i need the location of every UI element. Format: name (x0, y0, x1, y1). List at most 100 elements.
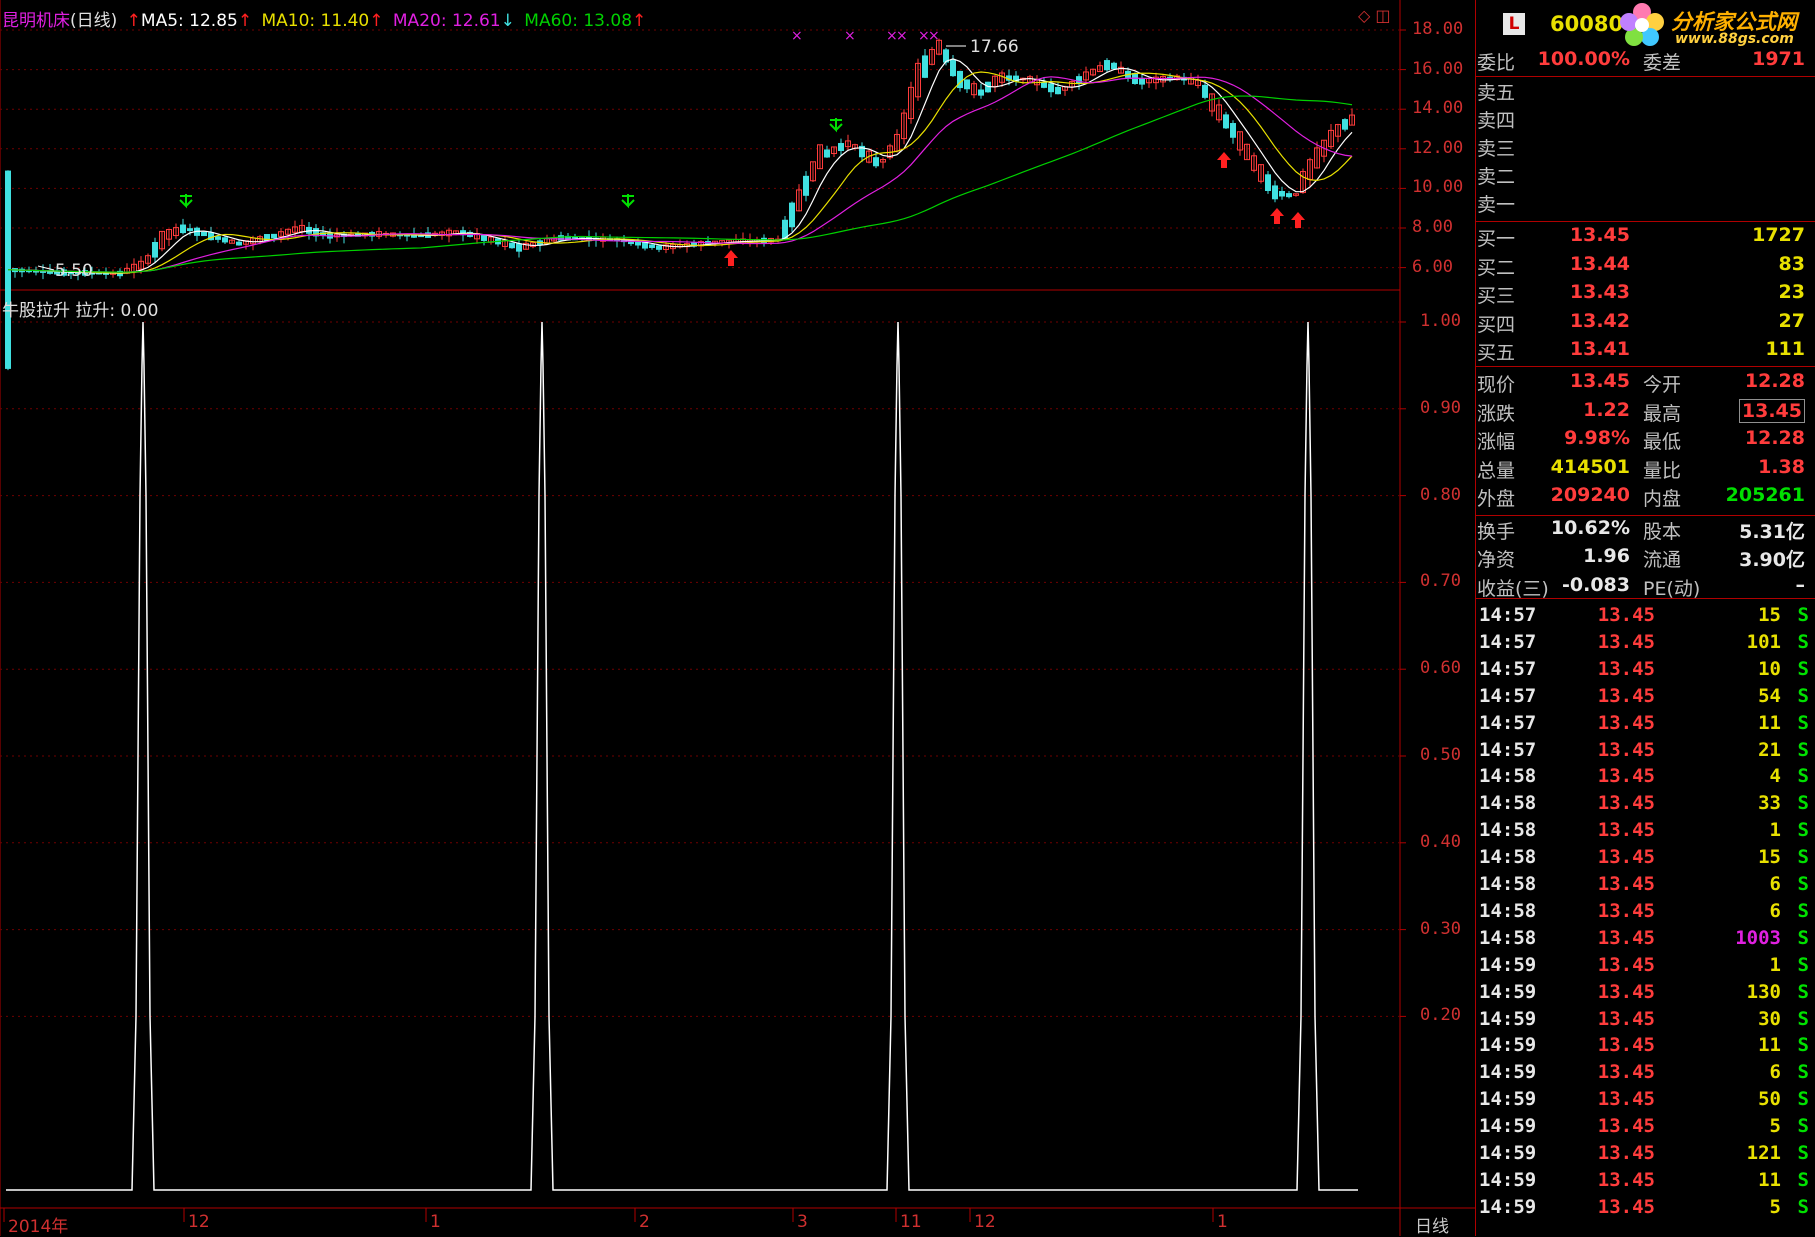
tick-price: 13.45 (1597, 1115, 1655, 1138)
stat-row: 外盘 209240 内盘 205261 (1475, 484, 1815, 512)
weicha-label: 委差 (1643, 52, 1682, 74)
tick-price: 13.45 (1597, 1142, 1655, 1164)
tick-row: 14:57 13.45 15 S (1475, 604, 1815, 631)
kline-chart[interactable]: × × ×× ××17.665.50 (0, 0, 1475, 1236)
indicator-tick-label: 0.20 (1420, 1005, 1461, 1026)
ma5-arrow-icon: ↑ (126, 11, 141, 31)
buy-row-1[interactable]: 买一 13.45 1727 (1475, 224, 1815, 252)
stat-value: 1.96 (1583, 545, 1630, 567)
tick-time: 14:57 (1479, 657, 1537, 680)
tick-row: 14:59 13.45 5 S (1475, 1115, 1815, 1142)
stat-value: 414501 (1550, 455, 1630, 478)
candle-body (873, 157, 879, 167)
ma20-trend-icon: ↓ (500, 11, 515, 31)
tick-price: 13.45 (1597, 765, 1655, 788)
candle-body (509, 242, 515, 249)
indicator-line (6, 321, 1358, 1191)
sell-row-3[interactable]: 卖三 (1475, 134, 1815, 162)
buy-row-5[interactable]: 买五 13.41 111 (1475, 338, 1815, 366)
diamond-icon[interactable]: ◇ (1358, 6, 1370, 25)
indicator-tick-label: 1.00 (1420, 311, 1461, 331)
tick-time: 14:58 (1479, 846, 1537, 869)
tick-volume: 1003 (1735, 926, 1781, 949)
buy-price: 13.44 (1569, 252, 1630, 275)
stat-value: 205261 (1725, 484, 1805, 506)
tick-row: 14:59 13.45 30 S (1475, 1008, 1815, 1035)
sell-row-4[interactable]: 卖四 (1475, 106, 1815, 134)
stat-row: 涨幅 9.98% 最低 12.28 (1475, 427, 1815, 455)
candle-body (1279, 190, 1285, 197)
stat-value: 13.45 (1738, 398, 1805, 423)
tick-flag: S (1797, 711, 1809, 734)
sell-row-1[interactable]: 卖一 (1475, 190, 1815, 218)
order-book-bottom (1475, 366, 1815, 367)
stats-divider (1475, 515, 1815, 516)
tick-row: 14:59 13.45 5 S (1475, 1196, 1815, 1223)
stat-label: 最高 (1643, 402, 1682, 425)
buy-vol: 111 (1765, 338, 1805, 360)
tick-row: 14:59 13.45 130 S (1475, 981, 1815, 1008)
stock-name[interactable]: 昆明机床 (2, 11, 70, 31)
tick-volume: 1 (1769, 819, 1781, 842)
buy-label: 买二 (1477, 256, 1516, 279)
tick-price: 13.45 (1597, 792, 1655, 815)
tick-price: 13.45 (1597, 1088, 1655, 1111)
tick-price: 13.45 (1597, 899, 1655, 922)
tick-flag: S (1797, 1195, 1809, 1218)
stat-value: 13.45 (1569, 370, 1630, 392)
tick-price: 13.45 (1597, 819, 1655, 842)
tick-time: 14:58 (1479, 873, 1537, 895)
chart-area[interactable]: × × × × × × 17.66 5.50 昆明机床(日线) ↑MA5: 12.85↑ MA… (0, 0, 1475, 1237)
sell-row-5[interactable]: 卖五 (1475, 78, 1815, 106)
stat-value: 1.22 (1583, 398, 1630, 421)
tick-flag: S (1797, 1007, 1809, 1030)
indicator-name[interactable]: 牛股拉升 (2, 301, 70, 321)
period-tag: (日线) (70, 11, 118, 31)
ma60-trend-icon: ↑ (632, 11, 647, 31)
buy-row-2[interactable]: 买二 13.44 83 (1475, 253, 1815, 281)
sell-label: 卖三 (1477, 138, 1516, 160)
candle-body (1111, 62, 1117, 70)
low-marker-line (37, 265, 55, 271)
candle-body (824, 149, 830, 158)
tick-price: 13.45 (1597, 926, 1655, 949)
stat-label: 收益(三) (1477, 577, 1549, 600)
date-tick-label: 1 (430, 1212, 441, 1232)
tick-price: 13.45 (1597, 604, 1655, 626)
tick-row: 14:58 13.45 15 S (1475, 846, 1815, 873)
sell-row-2[interactable]: 卖二 (1475, 162, 1815, 190)
chart-title-bar: 昆明机床(日线) ↑MA5: 12.85↑ MA10: 11.40↑ MA20:… (2, 6, 650, 31)
weicha-value: 1971 (1752, 48, 1805, 70)
tick-flag: S (1797, 819, 1809, 842)
candle-body (215, 236, 221, 240)
indicator-tick-label: 0.50 (1420, 745, 1461, 765)
tick-volume: 50 (1758, 1088, 1781, 1111)
buy-row-4[interactable]: 买四 13.42 27 (1475, 310, 1815, 338)
candles-group (5, 38, 1355, 371)
stat-value: 9.98% (1564, 427, 1630, 449)
buy-row-3[interactable]: 买三 13.43 23 (1475, 281, 1815, 309)
signal-x-marker: × (928, 28, 940, 44)
sell-signal-icon (621, 194, 635, 209)
price-tick-label: 18.00 (1412, 19, 1464, 39)
restore-icon[interactable]: ◫ (1375, 6, 1390, 25)
tick-flag: S (1797, 1142, 1809, 1164)
tick-row: 14:59 13.45 121 S (1475, 1142, 1815, 1169)
ma60-value: MA60: 13.08 (524, 11, 633, 31)
candle-body (635, 241, 641, 246)
tick-flag: S (1797, 738, 1809, 761)
ma10-value: MA10: 11.40 (261, 11, 370, 31)
candle-body (838, 143, 844, 152)
tick-row: 14:57 13.45 21 S (1475, 739, 1815, 766)
candle-body (1223, 114, 1229, 129)
tick-flag: S (1797, 1061, 1809, 1084)
tick-price: 13.45 (1597, 953, 1655, 976)
buy-signal-icon (1291, 212, 1305, 228)
candle-body (782, 219, 788, 240)
candle-body (1076, 76, 1082, 85)
candle-body (1041, 82, 1047, 88)
tick-row: 14:57 13.45 101 S (1475, 631, 1815, 658)
stat-label: 现价 (1477, 374, 1516, 396)
tick-price: 13.45 (1597, 738, 1655, 761)
period-label[interactable]: 日线 (1415, 1212, 1449, 1237)
